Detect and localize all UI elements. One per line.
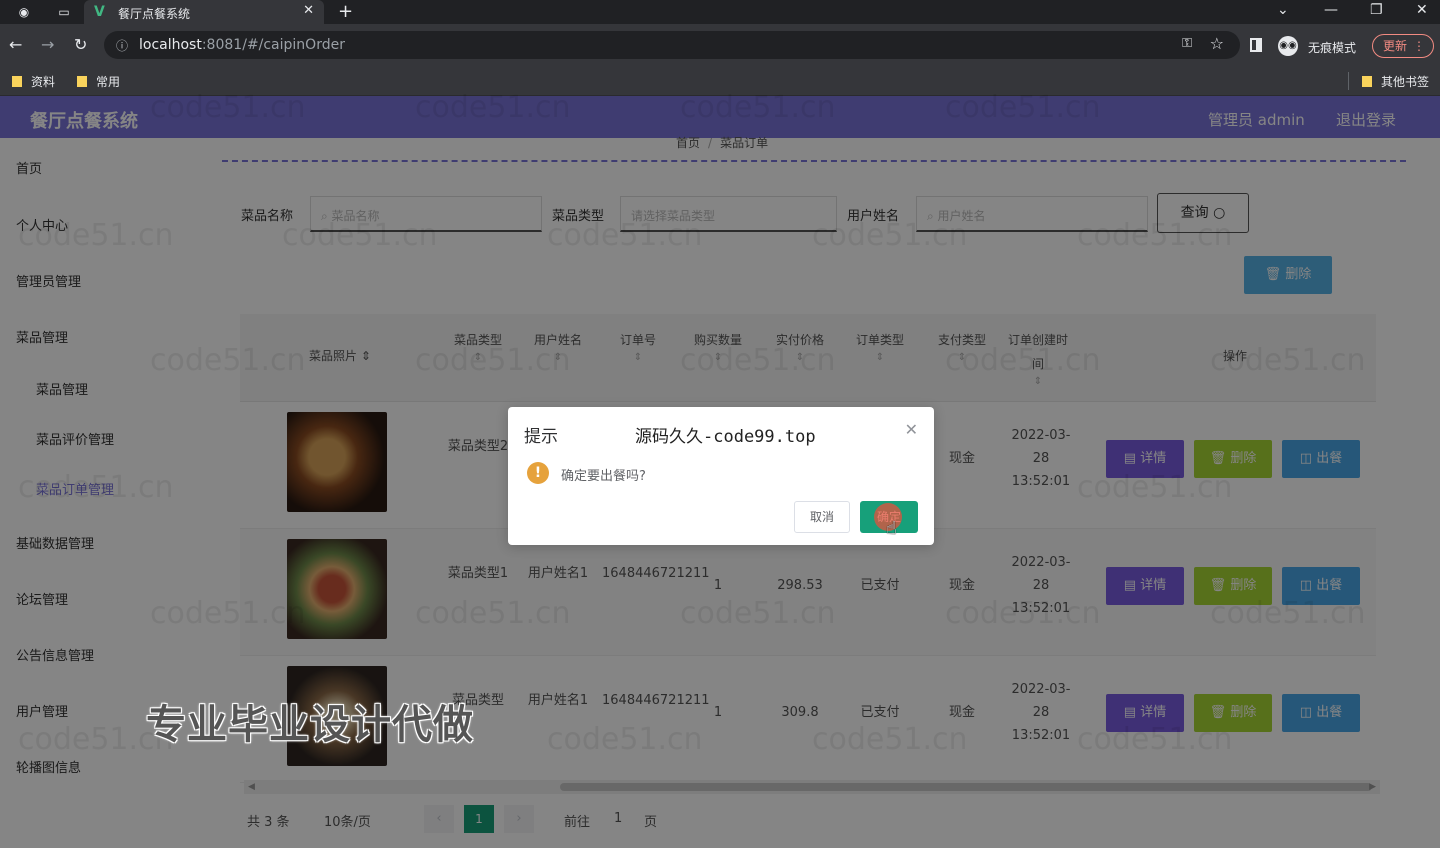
- dialog-title: 提示: [524, 427, 558, 447]
- tab-title: 餐厅点餐系统: [118, 7, 191, 21]
- url-text: localhost:8081/#/caipinOrder: [139, 37, 345, 53]
- overlay-caption: 专业毕业设计代做: [146, 702, 474, 748]
- vue-favicon-icon: V: [94, 4, 105, 20]
- window-close-button[interactable]: ✕: [1416, 2, 1428, 18]
- minimize-button[interactable]: —: [1324, 2, 1338, 18]
- restore-button[interactable]: ❐: [1370, 2, 1383, 18]
- dialog-site-watermark: 源码久久-code99.top: [635, 427, 816, 447]
- back-button[interactable]: ←: [9, 35, 22, 55]
- incognito-label: 无痕模式: [1308, 41, 1357, 55]
- site-info-icon[interactable]: ⓘ: [116, 37, 128, 54]
- side-panel-icon[interactable]: [1250, 38, 1262, 52]
- new-tab-button[interactable]: +: [338, 1, 353, 22]
- update-button[interactable]: 更新 ⋮: [1372, 34, 1434, 58]
- incognito-icon: ◉◉: [1278, 36, 1298, 56]
- address-bar[interactable]: ⓘ localhost:8081/#/caipinOrder ⚿ ☆: [104, 31, 1240, 59]
- tab-list-icon[interactable]: ⌄: [1277, 2, 1289, 18]
- browser-tab-strip: ◉ ▭ V 餐厅点餐系统 ✕ + ⌄ — ❐ ✕: [0, 0, 1440, 24]
- browser-tab[interactable]: V 餐厅点餐系统 ✕: [84, 0, 324, 24]
- bookmark-folder-docs[interactable]: 资料: [12, 73, 55, 90]
- close-icon[interactable]: ✕: [905, 420, 918, 439]
- hand-cursor-icon: ☝: [886, 518, 897, 539]
- confirm-dialog: 提示 源码久久-code99.top ✕ ! 确定要出餐吗? 取消 确定 ☝: [508, 407, 934, 545]
- folder-icon: [1362, 76, 1372, 87]
- browser-menu-icon[interactable]: ◉: [16, 4, 32, 20]
- bookmarks-bar: 资料 常用 其他书签: [0, 66, 1440, 96]
- folder-icon: [12, 76, 22, 87]
- tab-close-icon[interactable]: ✕: [303, 3, 314, 18]
- password-key-icon[interactable]: ⚿: [1182, 36, 1192, 51]
- browser-toolbar: ← → ↻ ⓘ localhost:8081/#/caipinOrder ⚿ ☆…: [0, 24, 1440, 66]
- tab-search-icon[interactable]: ▭: [56, 4, 72, 20]
- cancel-button[interactable]: 取消: [794, 501, 850, 533]
- dialog-message: 确定要出餐吗?: [561, 469, 646, 484]
- reload-button[interactable]: ↻: [74, 35, 87, 55]
- other-bookmarks[interactable]: 其他书签: [1362, 73, 1429, 90]
- bookmark-star-icon[interactable]: ☆: [1210, 34, 1224, 53]
- bookmark-divider: [1348, 72, 1349, 90]
- warning-icon: !: [527, 462, 549, 484]
- forward-button[interactable]: →: [41, 35, 54, 55]
- confirm-button[interactable]: 确定 ☝: [860, 501, 918, 539]
- bookmark-folder-common[interactable]: 常用: [77, 73, 120, 90]
- folder-icon: [77, 76, 87, 87]
